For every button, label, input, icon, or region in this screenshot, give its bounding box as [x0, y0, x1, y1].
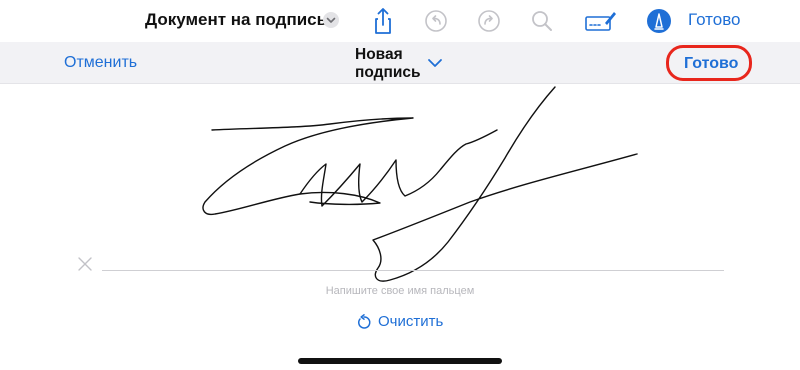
signature-selector[interactable]: Новая подпись — [355, 46, 425, 82]
share-icon[interactable] — [368, 6, 398, 36]
signature-hint: Напишите свое имя пальцем — [325, 285, 475, 297]
signature-header-bar: Отменить Новая подпись Готово — [0, 42, 800, 84]
clear-button-label: Очистить — [378, 313, 444, 330]
markup-pen-icon[interactable] — [644, 6, 674, 36]
cancel-button[interactable]: Отменить — [64, 54, 137, 72]
undo-icon[interactable] — [421, 6, 451, 36]
document-title[interactable]: Документ на подпись — [145, 10, 327, 30]
done-button[interactable]: Готово — [666, 45, 752, 81]
signature-icon[interactable] — [584, 6, 618, 36]
chevron-down-icon[interactable] — [427, 56, 443, 68]
reset-icon — [358, 314, 371, 329]
redo-icon[interactable] — [474, 6, 504, 36]
done-top-button[interactable]: Готово — [688, 10, 741, 30]
done-button-label: Готово — [684, 55, 739, 72]
signature-canvas[interactable]: Напишите свое имя пальцем Очистить — [0, 84, 800, 370]
close-icon[interactable] — [76, 255, 94, 273]
search-icon[interactable] — [527, 6, 557, 36]
signature-baseline — [102, 270, 724, 271]
top-toolbar: Документ на подпись Готово — [0, 0, 800, 42]
chevron-down-icon[interactable] — [323, 12, 339, 28]
home-indicator — [298, 358, 502, 364]
